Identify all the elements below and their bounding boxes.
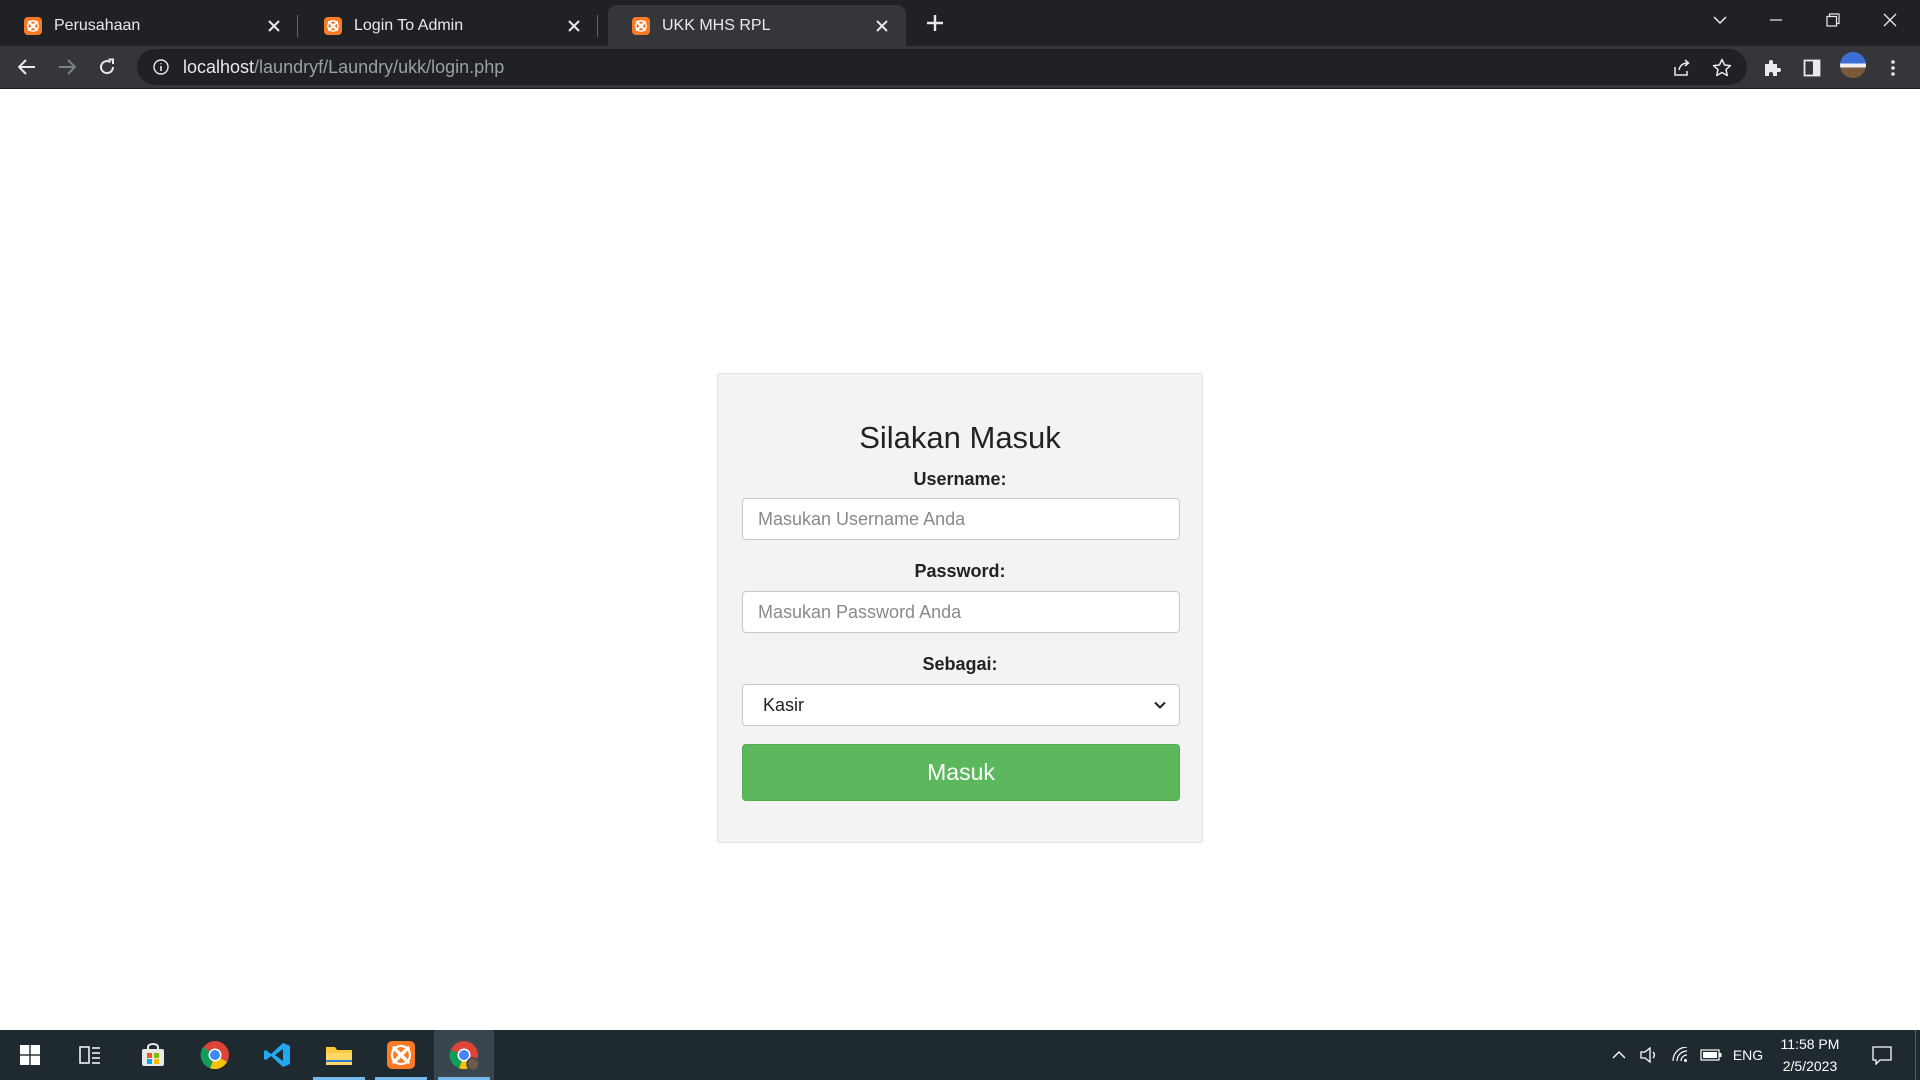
site-info-icon[interactable]: [151, 57, 171, 77]
role-select[interactable]: Kasir: [742, 684, 1180, 726]
close-icon[interactable]: [564, 16, 584, 36]
reload-icon: [100, 58, 115, 75]
submit-button[interactable]: Masuk: [742, 744, 1180, 801]
store-app[interactable]: [123, 1030, 183, 1080]
username-input[interactable]: [742, 498, 1180, 540]
windows-taskbar: ENG 11:58 PM 2/5/2023: [0, 1030, 1920, 1080]
tab-search-button[interactable]: [1692, 0, 1748, 40]
tab-title: UKK MHS RPL: [662, 16, 771, 34]
tab-separator: [297, 15, 298, 37]
close-icon: [1883, 13, 1897, 27]
battery-button[interactable]: [1697, 1030, 1725, 1080]
back-button[interactable]: [11, 51, 43, 83]
xampp-icon: [387, 1041, 415, 1069]
vscode-app[interactable]: [247, 1030, 307, 1080]
chrome-app[interactable]: [185, 1030, 245, 1080]
tab-separator: [597, 15, 598, 37]
start-button[interactable]: [0, 1030, 60, 1080]
profile-avatar[interactable]: [1840, 52, 1866, 78]
wifi-icon: [1672, 1047, 1688, 1062]
url-path: /laundryf/Laundry/ukk/login.php: [254, 56, 505, 77]
new-tab-button[interactable]: [922, 10, 948, 36]
restore-button[interactable]: [1805, 0, 1861, 40]
minimize-button[interactable]: [1748, 0, 1804, 40]
tab-title: Perusahaan: [54, 16, 141, 34]
tab-perusahaan[interactable]: Perusahaan: [0, 5, 298, 46]
vscode-icon: [264, 1043, 290, 1067]
show-desktop-button[interactable]: [1915, 1030, 1920, 1080]
chrome-profile-icon: [449, 1041, 479, 1070]
clock-time: 11:58 PM: [1780, 1036, 1840, 1052]
tab-login-to-admin[interactable]: Login To Admin: [300, 5, 598, 46]
tab-ukk-mhs-rpl[interactable]: UKK MHS RPL: [608, 5, 906, 46]
task-view-icon: [79, 1046, 100, 1064]
address-bar[interactable]: localhost/laundryf/Laundry/ukk/login.php: [137, 49, 1747, 85]
close-icon[interactable]: [264, 16, 284, 36]
plus-icon: [927, 15, 943, 31]
role-label: Sebagai:: [922, 654, 998, 674]
menu-kebab-icon[interactable]: [1881, 56, 1905, 80]
start-icon: [20, 1045, 40, 1065]
xampp-app[interactable]: [371, 1030, 431, 1080]
xampp-favicon-icon: [632, 16, 650, 35]
speaker-icon: [1640, 1047, 1655, 1063]
browser-tab-strip: Perusahaan Login To Admin UKK MHS RPL: [0, 0, 1920, 46]
clock[interactable]: 11:58 PM 2/5/2023: [1760, 1030, 1860, 1080]
password-label: Password:: [914, 561, 1006, 581]
arrow-left-icon: [18, 59, 35, 75]
browser-toolbar: localhost/laundryf/Laundry/ukk/login.php: [0, 46, 1920, 89]
forward-button[interactable]: [51, 51, 83, 83]
chevron-down-icon: [1713, 16, 1727, 24]
side-panel-icon[interactable]: [1800, 56, 1824, 80]
url-text[interactable]: localhost/laundryf/Laundry/ukk/login.php: [183, 57, 504, 78]
notification-icon: [1872, 1046, 1892, 1065]
chrome-profile-app[interactable]: [434, 1030, 494, 1080]
chevron-up-icon: [1612, 1051, 1626, 1059]
password-input[interactable]: [742, 591, 1180, 633]
clock-date: 2/5/2023: [1782, 1058, 1838, 1074]
reload-button[interactable]: [91, 51, 123, 83]
xampp-favicon-icon: [24, 16, 42, 35]
battery-icon: [1700, 1049, 1722, 1061]
restore-icon: [1826, 13, 1840, 27]
close-icon[interactable]: [872, 16, 892, 36]
chrome-icon: [200, 1041, 229, 1070]
role-select-value: Kasir: [763, 694, 805, 715]
url-host: localhost: [183, 56, 255, 77]
tab-title: Login To Admin: [354, 16, 464, 34]
close-window-button[interactable]: [1862, 0, 1918, 40]
username-label: Username:: [913, 469, 1007, 489]
login-card: Silakan Masuk Username: Password: Sebaga…: [717, 373, 1203, 843]
share-icon[interactable]: [1671, 57, 1693, 79]
show-hidden-icons-button[interactable]: [1606, 1030, 1632, 1080]
store-icon: [142, 1043, 164, 1066]
extensions-icon[interactable]: [1760, 56, 1784, 80]
network-button[interactable]: [1667, 1030, 1693, 1080]
chevron-down-icon: [1154, 701, 1166, 709]
volume-button[interactable]: [1636, 1030, 1662, 1080]
arrow-right-icon: [59, 59, 76, 75]
file-explorer-app[interactable]: [309, 1030, 369, 1080]
minimize-icon: [1770, 19, 1782, 21]
login-heading: Silakan Masuk: [859, 420, 1061, 455]
notifications-button[interactable]: [1862, 1030, 1902, 1080]
xampp-favicon-icon: [324, 16, 342, 35]
task-view-button[interactable]: [60, 1030, 120, 1080]
file-explorer-icon: [326, 1047, 352, 1065]
bookmark-star-icon[interactable]: [1711, 57, 1733, 79]
